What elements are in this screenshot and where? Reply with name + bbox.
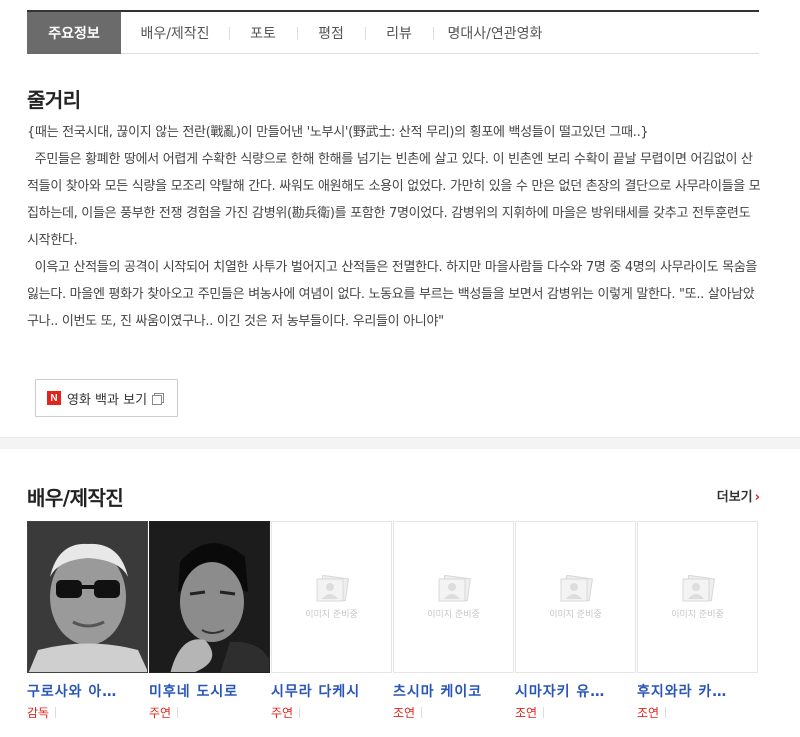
portrait-samurai-image — [150, 522, 269, 672]
cast-photo[interactable] — [27, 521, 148, 673]
tab-rating[interactable]: 평점 — [297, 12, 365, 54]
synopsis-title: 줄거리 — [27, 88, 81, 112]
placeholder-text: 이미지 준비중 — [427, 609, 480, 620]
cast-role: 조연 — [515, 704, 545, 721]
encyclopedia-button[interactable]: N 영화 백과 보기 — [35, 379, 178, 417]
cast-role: 감독 — [27, 704, 57, 721]
more-link-label: 더보기 — [716, 490, 753, 505]
cast-name[interactable]: 시마자키 유… — [515, 681, 605, 701]
tab-bar: 주요정보 배우/제작진 포토 평점 리뷰 명대사/연관영화 — [27, 10, 759, 54]
more-link[interactable]: 더보기 › — [717, 486, 760, 505]
tab-review[interactable]: 리뷰 — [365, 12, 433, 54]
tab-photo[interactable]: 포토 — [229, 12, 297, 54]
cast-name[interactable]: 미후네 도시로 — [149, 681, 238, 701]
cast-photo[interactable] — [149, 521, 270, 673]
cast-photo[interactable]: 이미지 준비중 — [393, 521, 514, 673]
cast-section-title: 배우/제작진 — [27, 486, 124, 510]
synopsis-paragraph: {때는 전국시대, 끊이지 않는 전란(戰亂)이 만들어낸 '노부시'(野武士:… — [27, 125, 649, 140]
image-placeholder-icon — [560, 574, 593, 601]
cast-role: 조연 — [637, 704, 667, 721]
image-placeholder-icon — [682, 574, 715, 601]
cast-name[interactable]: 후지와라 카… — [637, 681, 727, 701]
external-link-icon — [152, 392, 165, 405]
placeholder-text: 이미지 준비중 — [549, 609, 602, 620]
cast-card[interactable]: 이미지 준비중 츠시마 케이코 조연 — [393, 521, 515, 721]
cast-photo[interactable]: 이미지 준비중 — [271, 521, 392, 673]
cast-photo[interactable]: 이미지 준비중 — [637, 521, 758, 673]
cast-card[interactable]: 미후네 도시로 주연 — [149, 521, 271, 721]
synopsis-text: {때는 전국시대, 끊이지 않는 전란(戰亂)이 만들어낸 '노부시'(野武士:… — [27, 119, 762, 335]
cast-card[interactable]: 이미지 준비중 시무라 다케시 주연 — [271, 521, 393, 721]
cast-name[interactable]: 구로사와 아… — [27, 681, 117, 701]
tab-quotes-related[interactable]: 명대사/연관영화 — [433, 12, 557, 54]
cast-role: 조연 — [393, 704, 423, 721]
section-divider — [0, 437, 800, 449]
synopsis-paragraph: 이윽고 산적들의 공격이 시작되어 치열한 사투가 벌어지고 산적들은 전멸한다… — [27, 260, 761, 329]
encyclopedia-button-label: 영화 백과 보기 — [67, 392, 148, 408]
chevron-right-icon: › — [754, 490, 760, 505]
cast-role: 주연 — [149, 704, 179, 721]
naver-logo-icon: N — [47, 391, 61, 405]
cast-name[interactable]: 츠시마 케이코 — [393, 681, 482, 701]
movie-info-page: 주요정보 배우/제작진 포토 평점 리뷰 명대사/연관영화 줄거리 {때는 전국… — [0, 0, 800, 737]
placeholder-text: 이미지 준비중 — [671, 609, 724, 620]
cast-card[interactable]: 이미지 준비중 시마자키 유… 조연 — [515, 521, 637, 721]
image-placeholder-icon — [438, 574, 471, 601]
synopsis-paragraph: 주민들은 황폐한 땅에서 어렵게 수확한 식량으로 한해 한해를 넘기는 빈촌에… — [27, 152, 761, 248]
cast-name[interactable]: 시무라 다케시 — [271, 681, 360, 701]
cast-list: 구로사와 아… 감독 미후네 도시로 주연 이미지 준비중 시무라 다케시 주연… — [27, 521, 759, 721]
tab-main-info[interactable]: 주요정보 — [27, 12, 121, 54]
cast-role: 주연 — [271, 704, 301, 721]
tab-cast-crew[interactable]: 배우/제작진 — [121, 12, 229, 54]
cast-card[interactable]: 이미지 준비중 후지와라 카… 조연 — [637, 521, 759, 721]
placeholder-text: 이미지 준비중 — [305, 609, 358, 620]
portrait-glasses-image — [28, 522, 147, 672]
cast-card[interactable]: 구로사와 아… 감독 — [27, 521, 149, 721]
image-placeholder-icon — [316, 574, 349, 601]
cast-photo[interactable]: 이미지 준비중 — [515, 521, 636, 673]
